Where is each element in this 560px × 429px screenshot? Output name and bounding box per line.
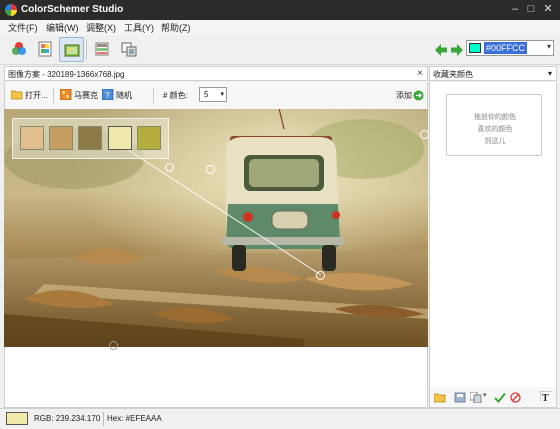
colors-count-label: # 颜色: (163, 91, 188, 100)
app-logo-icon (5, 4, 17, 16)
color-picker-handle[interactable] (316, 271, 325, 280)
menu-adjust[interactable]: 调整(X) (86, 21, 116, 34)
image-scheme-title: 图像方案 - 320189-1366x768.jpg (8, 70, 125, 79)
status-bar: RGB: 239.234.170 Hex: #EFEAAA (0, 408, 560, 429)
color-picker-handle[interactable] (420, 130, 428, 139)
image-canvas[interactable] (4, 109, 428, 347)
gallery-icon (95, 42, 109, 56)
mosaic-icon (60, 89, 72, 100)
favorites-toolbar: ▾ T (429, 387, 557, 408)
separator (53, 88, 54, 103)
palette-swatch[interactable] (49, 126, 73, 150)
color-wheel-icon (12, 42, 26, 55)
svg-text:?: ? (105, 91, 110, 100)
drop-hint-line: 拖放你的颜色 (474, 114, 516, 121)
text-format-icon[interactable]: T (540, 391, 552, 402)
image-canvas-empty (4, 341, 428, 408)
colors-count-select[interactable]: 5 ▾ (199, 87, 227, 102)
palette-swatch-selected[interactable] (108, 126, 132, 150)
pattern-button[interactable] (117, 37, 142, 62)
chevron-down-icon: ▾ (220, 91, 224, 98)
colors-count-value: 5 (204, 90, 209, 99)
accept-check-icon[interactable] (494, 392, 506, 403)
next-color-arrow-icon[interactable] (450, 43, 464, 57)
add-arrow-icon[interactable] (413, 90, 425, 101)
open-button[interactable]: 打开... (25, 90, 48, 101)
palette-swatch[interactable] (137, 126, 161, 150)
drop-hint-line: 喜欢的颜色 (477, 126, 513, 133)
chevron-down-icon[interactable]: ▾ (547, 42, 551, 51)
close-tab-icon[interactable]: × (417, 68, 423, 79)
palette-button[interactable] (33, 37, 58, 62)
palette-icon (38, 41, 52, 57)
copy-icon[interactable] (470, 392, 482, 403)
add-button[interactable]: 添加 (396, 90, 412, 101)
image-scheme-button[interactable] (59, 37, 84, 62)
palette-swatch[interactable] (78, 126, 102, 150)
menu-edit[interactable]: 编辑(W) (46, 21, 79, 34)
current-color-value[interactable]: #00FFCC (484, 42, 528, 54)
chevron-down-icon[interactable]: ▾ (548, 69, 552, 78)
random-button[interactable]: 随机 (116, 90, 132, 101)
favorites-title: 收藏夹颜色 (433, 70, 473, 79)
separator (153, 88, 154, 103)
pattern-icon (121, 42, 137, 57)
title-bar: ColorSchemer Studio – □ ✕ (0, 0, 560, 20)
close-window-button[interactable]: ✕ (541, 2, 555, 16)
gallery-button[interactable] (90, 37, 115, 62)
previous-color-arrow-icon[interactable] (434, 43, 448, 57)
status-rgb: RGB: 239.234.170 (34, 414, 101, 423)
status-hex: Hex: #EFEAAA (107, 414, 162, 423)
image-scheme-toolbar: 打开... 马赛克 ? 随机 # 颜色: 5 ▾ 添加 (4, 82, 428, 109)
maximize-button[interactable]: □ (524, 2, 538, 16)
status-color-swatch (6, 412, 28, 425)
current-color-field[interactable]: #00FFCC ▾ (466, 40, 554, 56)
open-folder-icon (11, 90, 23, 100)
color-picker-handle[interactable] (109, 341, 118, 350)
window-title: ColorSchemer Studio (21, 4, 124, 15)
menu-file[interactable]: 文件(F) (8, 21, 38, 34)
color-wheel-button[interactable] (7, 37, 32, 62)
color-picker-handle[interactable] (165, 163, 174, 172)
favorites-header: 收藏夹颜色 ▾ (429, 66, 557, 81)
color-picker-handle[interactable] (206, 165, 215, 174)
image-scheme-tab[interactable]: 图像方案 - 320189-1366x768.jpg × (4, 66, 428, 81)
current-color-swatch (469, 43, 481, 53)
svg-text:T: T (542, 393, 549, 402)
open-folder-icon[interactable] (434, 392, 446, 403)
favorites-drop-zone[interactable]: 拖放你的颜色 喜欢的颜色 到这儿 (446, 94, 542, 156)
menu-bar: 文件(F) 编辑(W) 调整(X) 工具(Y) 帮助(Z) (0, 20, 560, 35)
extracted-palette (12, 118, 169, 159)
random-icon: ? (102, 89, 114, 100)
image-scheme-icon (64, 44, 80, 57)
favorites-panel: 拖放你的颜色 喜欢的颜色 到这儿 (429, 82, 557, 387)
drop-hint-line: 到这儿 (484, 138, 506, 145)
mosaic-button[interactable]: 马赛克 (74, 90, 98, 101)
separator (103, 412, 104, 426)
menu-help[interactable]: 帮助(Z) (161, 21, 191, 34)
palette-swatch[interactable] (20, 126, 44, 150)
delete-icon[interactable] (510, 392, 522, 403)
menu-tools[interactable]: 工具(Y) (124, 21, 154, 34)
save-icon[interactable] (454, 392, 466, 403)
toolbar-separator (86, 39, 87, 59)
minimize-button[interactable]: – (508, 2, 522, 16)
